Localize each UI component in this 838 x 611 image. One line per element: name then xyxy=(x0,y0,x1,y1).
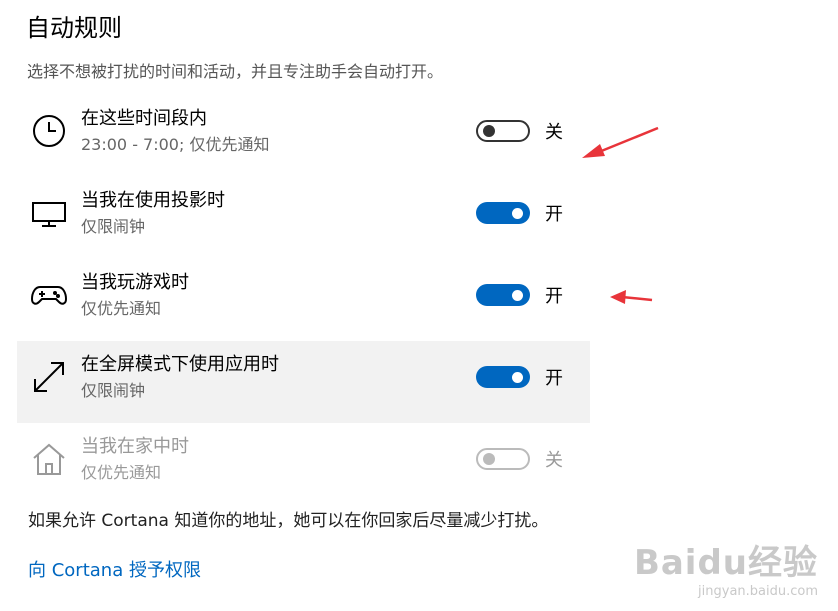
rule-name: 当我玩游戏时 xyxy=(81,272,189,293)
rule-detail: 仅优先通知 xyxy=(81,463,162,482)
rule-detail: 23:00 - 7:00; 仅优先通知 xyxy=(81,135,270,154)
rule-row-projecting[interactable]: 当我在使用投影时 仅限闹钟 开 xyxy=(17,177,590,259)
rule-row-gaming[interactable]: 当我玩游戏时 仅优先通知 开 xyxy=(17,259,590,341)
rule-name: 当我在使用投影时 xyxy=(81,190,225,211)
rule-detail: 仅优先通知 xyxy=(81,299,162,318)
cortana-permission-link[interactable]: 向 Cortana 授予权限 xyxy=(28,556,201,582)
rule-detail: 仅限闹钟 xyxy=(81,217,146,236)
toggle-state-label: 关 xyxy=(545,122,563,143)
rule-name: 当我在家中时 xyxy=(81,436,189,457)
rule-row-scheduled[interactable]: 在这些时间段内 23:00 - 7:00; 仅优先通知 关 xyxy=(17,95,590,177)
rule-toggle[interactable] xyxy=(476,202,530,224)
toggle-state-label: 关 xyxy=(545,450,563,471)
clock-icon xyxy=(31,113,67,149)
rule-name: 在全屏模式下使用应用时 xyxy=(81,354,279,375)
annotation-arrow-icon xyxy=(582,126,659,158)
toggle-state-label: 开 xyxy=(545,204,563,225)
watermark-url: jingyan.baidu.com xyxy=(698,584,818,599)
rule-name: 在这些时间段内 xyxy=(81,108,207,129)
watermark-logo: Baidu经验 xyxy=(633,543,818,583)
rule-toggle[interactable] xyxy=(476,120,530,142)
rule-row-fullscreen[interactable]: 在全屏模式下使用应用时 仅限闹钟 开 xyxy=(17,341,590,423)
home-icon xyxy=(31,441,67,477)
watermark: Baidu经验 jingyan.baidu.com xyxy=(634,535,818,599)
cortana-note: 如果允许 Cortana 知道你的地址，她可以在你回家后尽量减少打扰。 xyxy=(28,511,549,531)
page-description: 选择不想被打扰的时间和活动，并且专注助手会自动打开。 xyxy=(27,62,444,81)
rule-toggle[interactable] xyxy=(476,284,530,306)
rule-toggle[interactable] xyxy=(476,366,530,388)
annotation-arrow-icon xyxy=(610,290,653,304)
monitor-icon xyxy=(31,195,67,231)
rule-row-at-home: 当我在家中时 仅优先通知 关 xyxy=(17,423,590,505)
page-title: 自动规则 xyxy=(26,14,122,42)
toggle-state-label: 开 xyxy=(545,368,563,389)
toggle-state-label: 开 xyxy=(545,286,563,307)
rule-detail: 仅限闹钟 xyxy=(81,381,146,400)
gamepad-icon xyxy=(30,277,68,313)
rule-toggle xyxy=(476,448,530,470)
fullscreen-icon xyxy=(31,359,67,395)
